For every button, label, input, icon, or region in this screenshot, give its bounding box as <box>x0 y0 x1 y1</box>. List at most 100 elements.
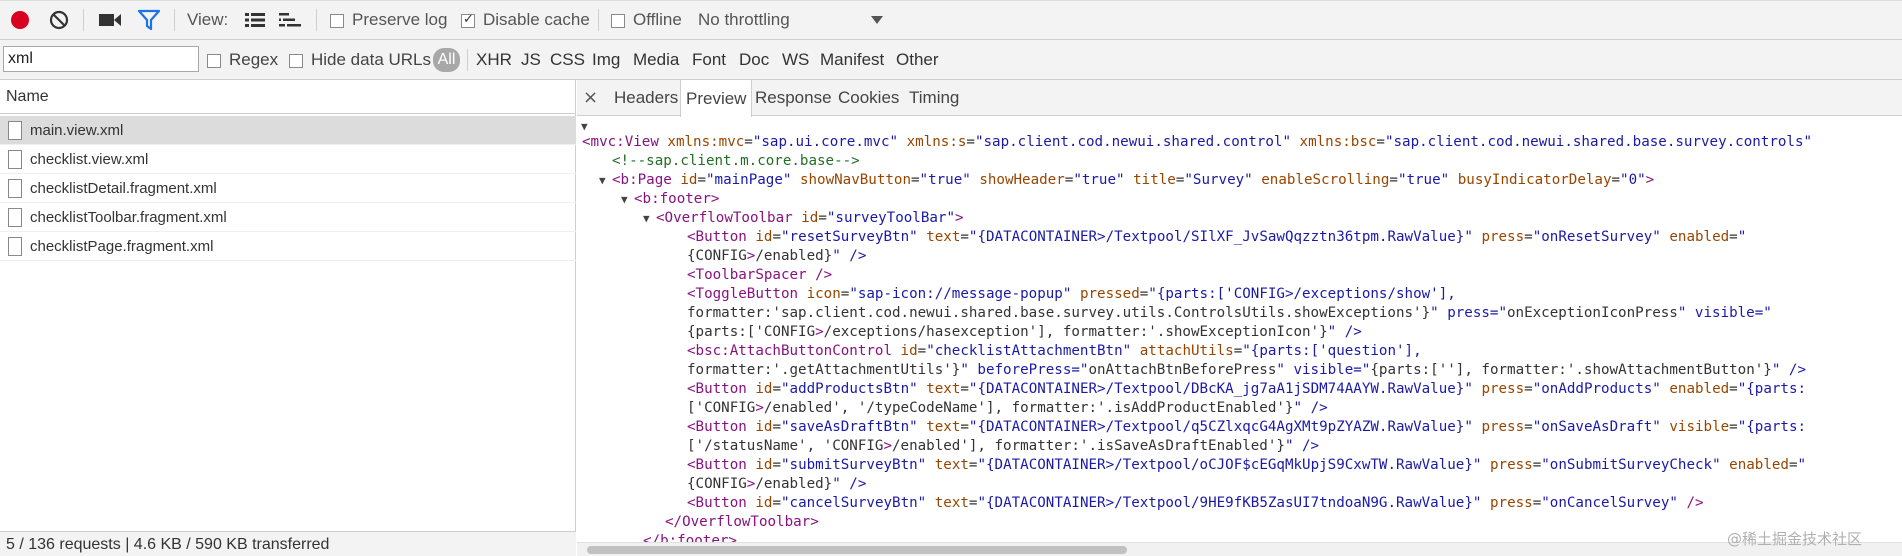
offline-checkbox[interactable]: Offline <box>611 0 682 40</box>
xml-line: </OverflowToolbar> <box>665 514 819 530</box>
filter-type-css[interactable]: CSS <box>550 40 585 80</box>
request-row[interactable]: main.view.xml <box>0 116 576 145</box>
request-row[interactable]: checklistDetail.fragment.xml <box>0 174 576 203</box>
xml-line: <b:Page id="mainPage" showNavButton="tru… <box>612 172 1655 188</box>
filter-type-all[interactable]: All <box>433 48 460 72</box>
checkbox-icon[interactable] <box>330 14 344 28</box>
xml-line: {parts:['CONFIG>/exceptions/hasexception… <box>687 324 1362 340</box>
file-icon <box>8 236 22 256</box>
filter-type-xhr[interactable]: XHR <box>476 40 512 80</box>
expand-triangle-icon[interactable]: ▼ <box>621 193 628 206</box>
xml-line: <Button id="submitSurveyBtn" text="{DATA… <box>687 457 1807 473</box>
xml-line: <Button id="addProductsBtn" text="{DATAC… <box>687 381 1807 397</box>
request-name: main.view.xml <box>30 121 124 139</box>
expand-triangle-icon[interactable]: ▼ <box>581 120 588 133</box>
checkbox-checked-icon[interactable] <box>461 12 475 28</box>
large-rows-icon[interactable] <box>241 6 269 34</box>
filter-type-doc[interactable]: Doc <box>739 40 769 80</box>
filter-type-js[interactable]: JS <box>521 40 541 80</box>
tab-timing[interactable]: Timing <box>904 80 964 116</box>
name-column-header[interactable]: Name <box>0 80 576 114</box>
expand-triangle-icon[interactable]: ▼ <box>599 174 606 187</box>
request-name: checklistToolbar.fragment.xml <box>30 208 227 226</box>
filter-type-ws[interactable]: WS <box>782 40 809 80</box>
horizontal-scrollbar[interactable] <box>577 542 1902 556</box>
separator <box>83 9 84 31</box>
xml-line: formatter:'sap.client.cod.newui.shared.b… <box>687 305 1772 321</box>
separator <box>316 9 317 31</box>
disable-cache-checkbox[interactable]: Disable cache <box>461 0 590 40</box>
request-name: checklistPage.fragment.xml <box>30 237 214 255</box>
hide-data-urls-label: Hide data URLs <box>311 50 432 69</box>
xml-line: <Button id="resetSurveyBtn" text="{DATAC… <box>687 229 1747 245</box>
xml-line: {CONFIG>/enabled}" /> <box>687 248 867 264</box>
detail-tabs: × Headers Preview Response Cookies Timin… <box>577 80 1902 117</box>
record-icon[interactable] <box>6 6 34 34</box>
request-detail-pane: × Headers Preview Response Cookies Timin… <box>577 80 1902 556</box>
request-row[interactable]: checklist.view.xml <box>0 145 576 174</box>
hide-data-urls-checkbox[interactable]: Hide data URLs <box>289 40 431 80</box>
preserve-log-checkbox[interactable]: Preserve log <box>330 0 447 40</box>
request-row[interactable]: checklistPage.fragment.xml <box>0 232 576 261</box>
filter-bar: Regex Hide data URLs All XHR JS CSS Img … <box>0 40 1902 80</box>
xml-line: <ToolbarSpacer /> <box>687 267 833 283</box>
file-icon <box>8 120 22 140</box>
preserve-log-label: Preserve log <box>352 10 448 29</box>
tab-cookies[interactable]: Cookies <box>833 80 904 116</box>
xml-line: <mvc:View xmlns:mvc="sap.ui.core.mvc" xm… <box>582 134 1813 150</box>
file-icon <box>8 149 22 169</box>
xml-line: <Button id="saveAsDraftBtn" text="{DATAC… <box>687 419 1807 435</box>
xml-line: <b:footer> <box>634 191 720 207</box>
file-icon <box>8 207 22 227</box>
file-icon <box>8 178 22 198</box>
separator <box>467 49 468 71</box>
request-list: Name main.view.xml checklist.view.xml ch… <box>0 80 576 556</box>
tab-preview[interactable]: Preview <box>680 80 753 117</box>
view-label: View: <box>187 10 229 29</box>
throttling-select[interactable]: No throttling <box>698 0 790 40</box>
xml-preview: ▼ <mvc:View xmlns:mvc="sap.ui.core.mvc" … <box>577 117 1902 542</box>
disable-cache-label: Disable cache <box>483 10 590 29</box>
throttling-value: No throttling <box>698 10 790 29</box>
close-icon[interactable]: × <box>583 87 598 108</box>
xml-line: ['CONFIG>/enabled', '/typeCodeName'], fo… <box>687 400 1328 416</box>
watermark: @稀土掘金技术社区 <box>1726 530 1862 548</box>
status-bar: 5 / 136 requests | 4.6 KB / 590 KB trans… <box>0 531 576 556</box>
request-row[interactable]: checklistToolbar.fragment.xml <box>0 203 576 232</box>
checkbox-icon[interactable] <box>611 14 625 28</box>
checkbox-icon[interactable] <box>207 54 221 68</box>
scrollbar-thumb[interactable] <box>587 546 1127 554</box>
filter-icon[interactable] <box>135 6 163 34</box>
filter-type-media[interactable]: Media <box>633 40 679 80</box>
xml-line: <Button id="cancelSurveyBtn" text="{DATA… <box>687 495 1704 511</box>
expand-triangle-icon[interactable]: ▼ <box>643 212 650 225</box>
filter-input[interactable] <box>3 46 199 72</box>
xml-line: ['/statusName', 'CONFIG>/enabled'], form… <box>687 438 1320 454</box>
chevron-down-icon[interactable] <box>870 0 884 40</box>
xml-line: formatter:'.getAttachmentUtils'}" before… <box>687 362 1806 378</box>
checkbox-icon[interactable] <box>289 54 303 68</box>
xml-line: <ToggleButton icon="sap-icon://message-p… <box>687 286 1456 302</box>
filter-type-other[interactable]: Other <box>896 40 939 80</box>
filter-type-img[interactable]: Img <box>592 40 620 80</box>
xml-line: {CONFIG>/enabled}" /> <box>687 476 867 492</box>
filter-type-font[interactable]: Font <box>692 40 726 80</box>
xml-line: <!--sap.client.m.core.base--> <box>612 153 860 169</box>
xml-line: <OverflowToolbar id="surveyToolBar"> <box>656 210 964 226</box>
tab-response[interactable]: Response <box>750 80 837 116</box>
regex-label: Regex <box>229 50 279 69</box>
network-toolbar: View: Preserve log Disable cache Offline… <box>0 0 1902 40</box>
request-name: checklistDetail.fragment.xml <box>30 179 217 197</box>
offline-label: Offline <box>633 10 682 29</box>
xml-line: </b:footer> <box>643 533 737 542</box>
filter-type-manifest[interactable]: Manifest <box>820 40 884 80</box>
video-camera-icon[interactable] <box>96 6 124 34</box>
separator <box>174 9 175 31</box>
tab-headers[interactable]: Headers <box>609 80 683 116</box>
separator <box>598 9 599 31</box>
xml-line: <bsc:AttachButtonControl id="checklistAt… <box>687 343 1422 359</box>
request-name: checklist.view.xml <box>30 150 149 168</box>
overview-icon[interactable] <box>276 6 304 34</box>
regex-checkbox[interactable]: Regex <box>207 40 278 80</box>
clear-icon[interactable] <box>45 6 73 34</box>
